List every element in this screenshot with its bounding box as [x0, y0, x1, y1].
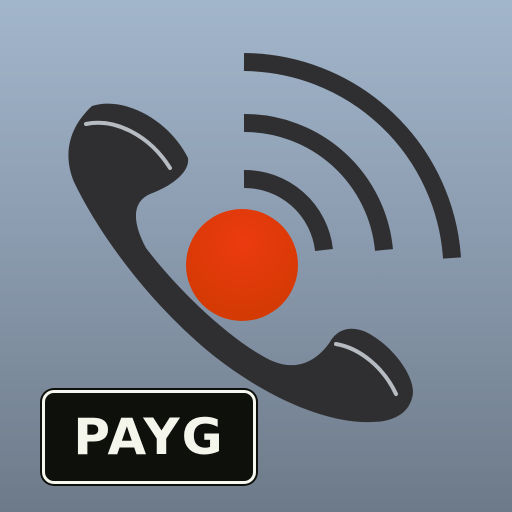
payg-badge: PAYG — [42, 390, 256, 484]
record-dot-icon — [186, 209, 298, 321]
payg-badge-label: PAYG — [73, 408, 225, 466]
app-icon[interactable]: PAYG — [0, 0, 512, 512]
